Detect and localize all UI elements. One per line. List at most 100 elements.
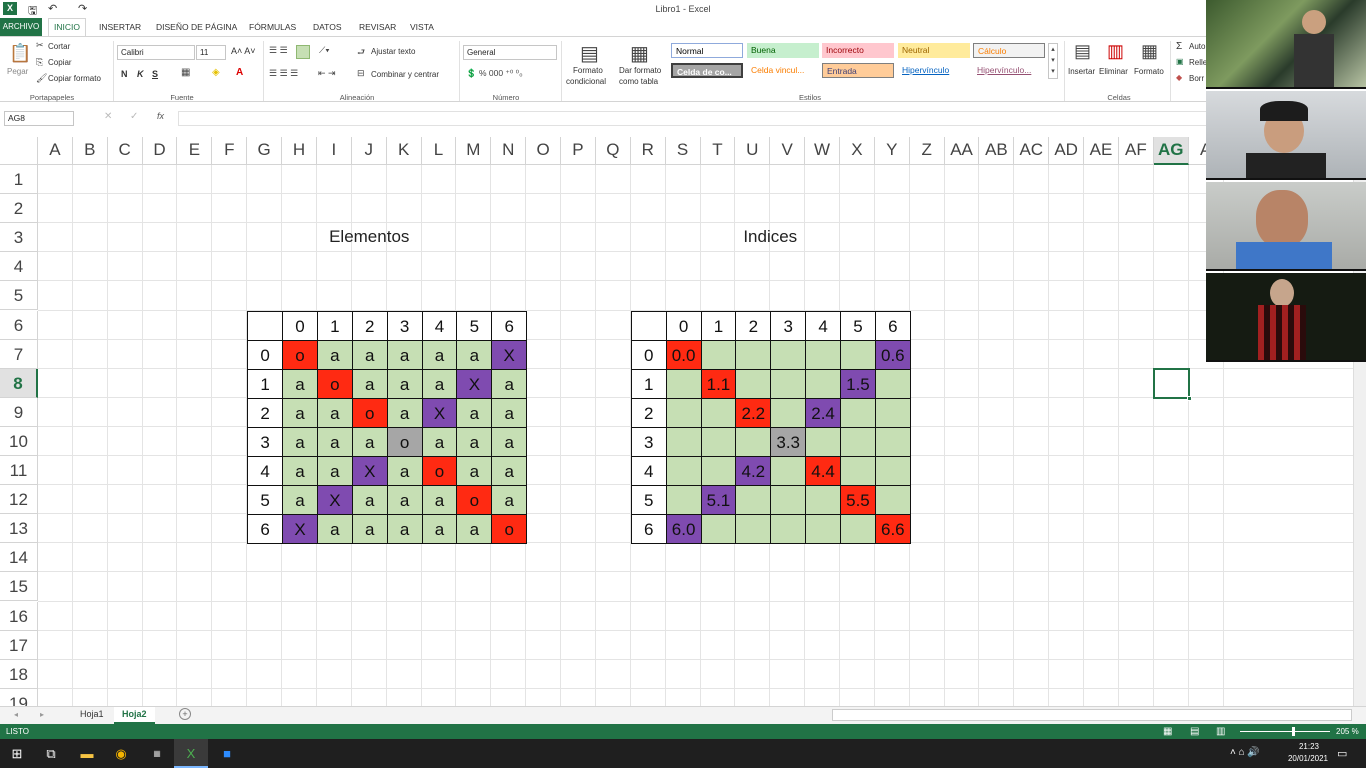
column-header[interactable]: X bbox=[840, 137, 875, 165]
styles-scroll-icon[interactable]: ▴ ▾ ▾ bbox=[1048, 43, 1058, 79]
column-header[interactable]: AC bbox=[1014, 137, 1050, 165]
indices-cell[interactable] bbox=[735, 339, 772, 370]
column-header[interactable]: K bbox=[386, 137, 422, 165]
column-header[interactable]: N bbox=[491, 137, 527, 165]
select-all-corner[interactable] bbox=[0, 137, 38, 165]
indices-cell[interactable] bbox=[700, 514, 737, 545]
column-header[interactable]: AE bbox=[1084, 137, 1119, 165]
elementos-cell[interactable]: a bbox=[421, 485, 458, 516]
column-header[interactable]: I bbox=[316, 137, 352, 165]
elementos-header-cell[interactable]: 2 bbox=[351, 310, 388, 341]
row-header[interactable]: 17 bbox=[0, 630, 38, 660]
column-header[interactable]: Q bbox=[595, 137, 631, 165]
indices-cell[interactable] bbox=[874, 397, 911, 428]
indent-icon[interactable]: ⇤ ⇥ bbox=[318, 68, 336, 79]
copy-button[interactable]: Copiar bbox=[48, 58, 72, 67]
zoom-slider-handle[interactable] bbox=[1292, 727, 1295, 736]
tab-datos[interactable]: DATOS bbox=[313, 22, 342, 32]
add-sheet-icon[interactable]: + bbox=[179, 708, 191, 720]
elementos-cell[interactable]: a bbox=[351, 339, 388, 370]
column-header[interactable]: AG bbox=[1153, 137, 1189, 165]
copy-icon[interactable]: ⎘ bbox=[36, 57, 43, 68]
indices-cell[interactable]: 4.4 bbox=[805, 456, 841, 487]
row-header[interactable]: 14 bbox=[0, 543, 38, 573]
elementos-cell[interactable]: a bbox=[386, 339, 423, 370]
elementos-cell[interactable]: a bbox=[491, 397, 528, 428]
indices-cell[interactable]: 1.5 bbox=[840, 368, 876, 399]
indices-header-cell[interactable] bbox=[630, 310, 667, 341]
tab-formulas[interactable]: FÓRMULAS bbox=[249, 22, 296, 32]
indices-header-cell[interactable]: 0 bbox=[665, 310, 702, 341]
indices-cell[interactable] bbox=[735, 426, 772, 457]
indices-cell[interactable] bbox=[735, 514, 772, 545]
indices-cell[interactable] bbox=[700, 426, 737, 457]
elementos-header-cell[interactable]: 4 bbox=[421, 310, 458, 341]
elementos-cell[interactable]: a bbox=[491, 426, 528, 457]
cut-icon[interactable]: ✂ bbox=[36, 40, 44, 51]
column-header[interactable]: R bbox=[630, 137, 666, 165]
align-bottom-icon[interactable] bbox=[296, 45, 310, 59]
row-header[interactable]: 2 bbox=[0, 194, 38, 224]
conditional-format-button[interactable]: Formato bbox=[573, 66, 603, 75]
indices-cell[interactable] bbox=[665, 397, 702, 428]
elementos-row-label[interactable]: 0 bbox=[247, 339, 284, 370]
elementos-cell[interactable]: a bbox=[316, 514, 353, 545]
indices-cell[interactable]: 5.5 bbox=[840, 485, 876, 516]
elementos-cell[interactable]: a bbox=[351, 426, 388, 457]
column-header[interactable]: W bbox=[805, 137, 840, 165]
row-header[interactable]: 15 bbox=[0, 572, 38, 602]
italic-button[interactable]: K bbox=[137, 69, 144, 79]
tab-archivo[interactable]: ARCHIVO bbox=[0, 18, 42, 36]
elementos-header-cell[interactable]: 5 bbox=[456, 310, 493, 341]
row-header[interactable]: 16 bbox=[0, 601, 38, 631]
indices-cell[interactable] bbox=[700, 339, 737, 370]
currency-icon[interactable]: 💲 % 000 ⁺⁰ ⁰₀ bbox=[466, 68, 523, 79]
indices-cell[interactable] bbox=[874, 426, 911, 457]
indices-cell[interactable] bbox=[665, 485, 702, 516]
borders-icon[interactable]: ▦ bbox=[181, 67, 190, 78]
prev-sheet-icon[interactable]: ◂ bbox=[14, 710, 18, 719]
underline-button[interactable]: S bbox=[152, 69, 158, 79]
elementos-cell[interactable]: a bbox=[491, 368, 528, 399]
clear-icon[interactable]: ◆ bbox=[1176, 73, 1182, 82]
column-header[interactable]: H bbox=[282, 137, 317, 165]
style-calculation[interactable]: Cálculo bbox=[973, 43, 1045, 58]
spreadsheet-grid[interactable]: A B C D E F G H I J K L M N O P Q R S T U V W X Y Z AA AB AC AD AE AF AG… bbox=[0, 133, 1353, 706]
format-cells-button[interactable]: Formato bbox=[1134, 67, 1164, 76]
orientation-icon[interactable]: ⟋▾ bbox=[319, 45, 330, 56]
elementos-cell[interactable]: X bbox=[316, 485, 353, 516]
elementos-cell[interactable]: a bbox=[386, 485, 423, 516]
indices-cell[interactable] bbox=[770, 456, 807, 487]
column-header[interactable]: AD bbox=[1049, 137, 1085, 165]
elementos-cell[interactable]: o bbox=[421, 456, 458, 487]
column-header[interactable]: A bbox=[38, 137, 73, 165]
elementos-cell[interactable]: a bbox=[386, 456, 423, 487]
row-header[interactable]: 5 bbox=[0, 281, 38, 311]
zoom-taskbar-icon[interactable]: ■ bbox=[210, 739, 244, 768]
elementos-row-label[interactable]: 1 bbox=[247, 368, 284, 399]
delete-cells-icon[interactable]: ▥ bbox=[1107, 41, 1124, 62]
indices-cell[interactable] bbox=[805, 339, 841, 370]
indices-cell[interactable]: 0.6 bbox=[874, 339, 911, 370]
indices-header-cell[interactable]: 3 bbox=[770, 310, 807, 341]
column-header[interactable]: P bbox=[561, 137, 596, 165]
indices-cell[interactable]: 4.2 bbox=[735, 456, 772, 487]
indices-row-label[interactable]: 6 bbox=[630, 514, 667, 545]
zoom-level[interactable]: 205 % bbox=[1336, 724, 1359, 739]
indices-cell[interactable]: 1.1 bbox=[700, 368, 737, 399]
column-header[interactable]: Y bbox=[874, 137, 910, 165]
column-header[interactable]: Z bbox=[909, 137, 945, 165]
style-check-cell[interactable]: Celda de co... bbox=[671, 63, 743, 78]
elementos-cell[interactable]: a bbox=[386, 397, 423, 428]
elementos-cell[interactable]: a bbox=[316, 426, 353, 457]
style-bad[interactable]: Incorrecto bbox=[822, 43, 894, 58]
indices-cell[interactable]: 6.0 bbox=[665, 514, 702, 545]
elementos-cell[interactable]: a bbox=[456, 514, 493, 545]
elementos-cell[interactable]: a bbox=[456, 397, 493, 428]
indices-cell[interactable] bbox=[700, 456, 737, 487]
row-header[interactable]: 7 bbox=[0, 339, 38, 369]
row-header[interactable]: 11 bbox=[0, 456, 38, 486]
chrome-icon[interactable]: ◉ bbox=[104, 739, 138, 768]
conditional-format-icon[interactable]: ▤ bbox=[580, 41, 599, 66]
indices-cell[interactable]: 2.2 bbox=[735, 397, 772, 428]
